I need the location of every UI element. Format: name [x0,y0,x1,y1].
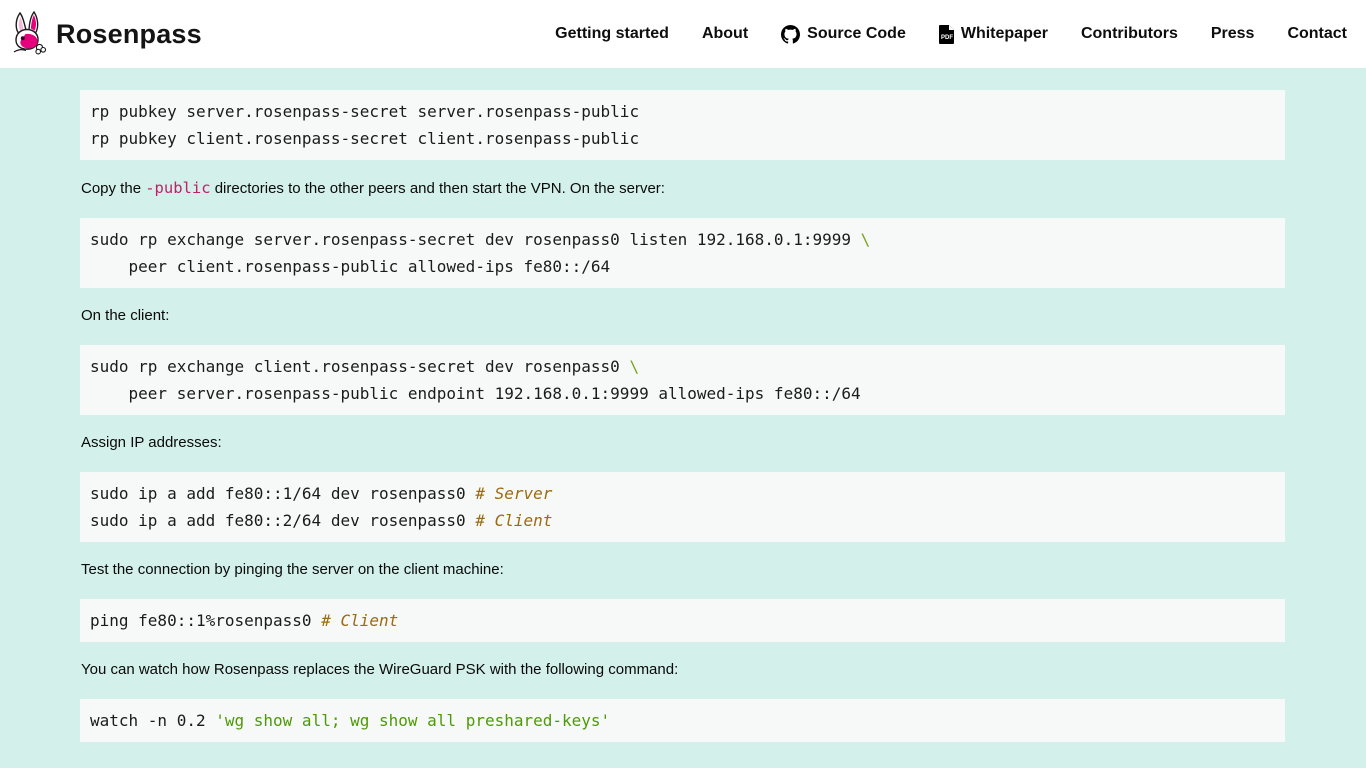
paragraph-text: Copy the [81,180,145,197]
nav-item-label: Contact [1287,25,1347,43]
code-segment-esc: \ [629,357,639,376]
inline-code: -public [145,179,210,197]
paragraph-text: directories to the other peers and then … [211,180,665,197]
code-segment-comment: # Client [475,511,552,530]
code-segment-plain: watch -n 0.2 [90,711,215,730]
paragraph: You can watch how Rosenpass replaces the… [81,660,1285,680]
paragraph: On the client: [81,306,1285,326]
code-block: sudo rp exchange client.rosenpass-secret… [80,345,1285,415]
code-block: rp pubkey server.rosenpass-secret server… [80,90,1285,160]
paragraph: Test the connection by pinging the serve… [81,560,1285,580]
nav-item-label: Getting started [555,25,669,43]
nav-item-label: Whitepaper [961,25,1048,43]
main-nav: Getting started About Source Code PDF Whitep… [555,25,1347,44]
code-line: rp pubkey server.rosenpass-secret server… [90,98,1275,125]
nav-item-about[interactable]: About [702,25,748,43]
main-content: rp pubkey server.rosenpass-secret server… [0,68,1366,742]
nav-item-getting-started[interactable]: Getting started [555,25,669,43]
code-segment-string: 'wg show all; wg show all preshared-keys… [215,711,610,730]
code-segment-esc: \ [861,230,871,249]
svg-text:PDF: PDF [941,35,953,41]
code-line: peer server.rosenpass-public endpoint 19… [90,380,1275,407]
code-line: sudo rp exchange client.rosenpass-secret… [90,353,1275,380]
code-block: sudo ip a add fe80::1/64 dev rosenpass0 … [80,472,1285,542]
nav-item-contact[interactable]: Contact [1287,25,1347,43]
nav-item-label: About [702,25,748,43]
code-segment-plain: peer server.rosenpass-public endpoint 19… [90,384,861,403]
rosenpass-bunny-logo-icon [8,11,48,57]
nav-item-contributors[interactable]: Contributors [1081,25,1178,43]
paragraph-text: On the client: [81,307,169,324]
github-icon [781,25,800,44]
paragraph-text: Test the connection by pinging the serve… [81,561,504,578]
code-segment-plain: ping fe80::1%rosenpass0 [90,611,321,630]
code-line: peer client.rosenpass-public allowed-ips… [90,253,1275,280]
code-segment-plain: sudo rp exchange server.rosenpass-secret… [90,230,861,249]
code-segment-plain: rp pubkey server.rosenpass-secret server… [90,102,639,121]
code-line: ping fe80::1%rosenpass0 # Client [90,607,1275,634]
code-line: sudo rp exchange server.rosenpass-secret… [90,226,1275,253]
code-block: sudo rp exchange server.rosenpass-secret… [80,218,1285,288]
nav-item-source-code[interactable]: Source Code [781,25,906,44]
brand-name: Rosenpass [56,19,202,50]
brand-link[interactable]: Rosenpass [8,11,202,57]
code-block: watch -n 0.2 'wg show all; wg show all p… [80,699,1285,742]
nav-item-whitepaper[interactable]: PDF Whitepaper [939,25,1048,44]
code-block: ping fe80::1%rosenpass0 # Client [80,599,1285,642]
paragraph-text: You can watch how Rosenpass replaces the… [81,661,678,678]
nav-item-press[interactable]: Press [1211,25,1255,43]
pdf-icon: PDF [939,25,954,44]
paragraph: Copy the -public directories to the othe… [81,178,1285,199]
code-line: watch -n 0.2 'wg show all; wg show all p… [90,707,1275,734]
code-segment-plain: sudo ip a add fe80::2/64 dev rosenpass0 [90,511,475,530]
paragraph-text: Assign IP addresses: [81,434,222,451]
nav-item-label: Press [1211,25,1255,43]
code-segment-comment: # Client [321,611,398,630]
code-line: rp pubkey client.rosenpass-secret client… [90,125,1275,152]
nav-item-label: Source Code [807,25,906,43]
code-segment-plain: peer client.rosenpass-public allowed-ips… [90,257,610,276]
code-line: sudo ip a add fe80::2/64 dev rosenpass0 … [90,507,1275,534]
paragraph: Assign IP addresses: [81,433,1285,453]
code-segment-plain: sudo rp exchange client.rosenpass-secret… [90,357,629,376]
nav-item-label: Contributors [1081,25,1178,43]
site-header: Rosenpass Getting started About Source Cod… [0,0,1366,68]
code-segment-plain: sudo ip a add fe80::1/64 dev rosenpass0 [90,484,475,503]
code-segment-plain: rp pubkey client.rosenpass-secret client… [90,129,639,148]
code-line: sudo ip a add fe80::1/64 dev rosenpass0 … [90,480,1275,507]
code-segment-comment: # Server [475,484,552,503]
